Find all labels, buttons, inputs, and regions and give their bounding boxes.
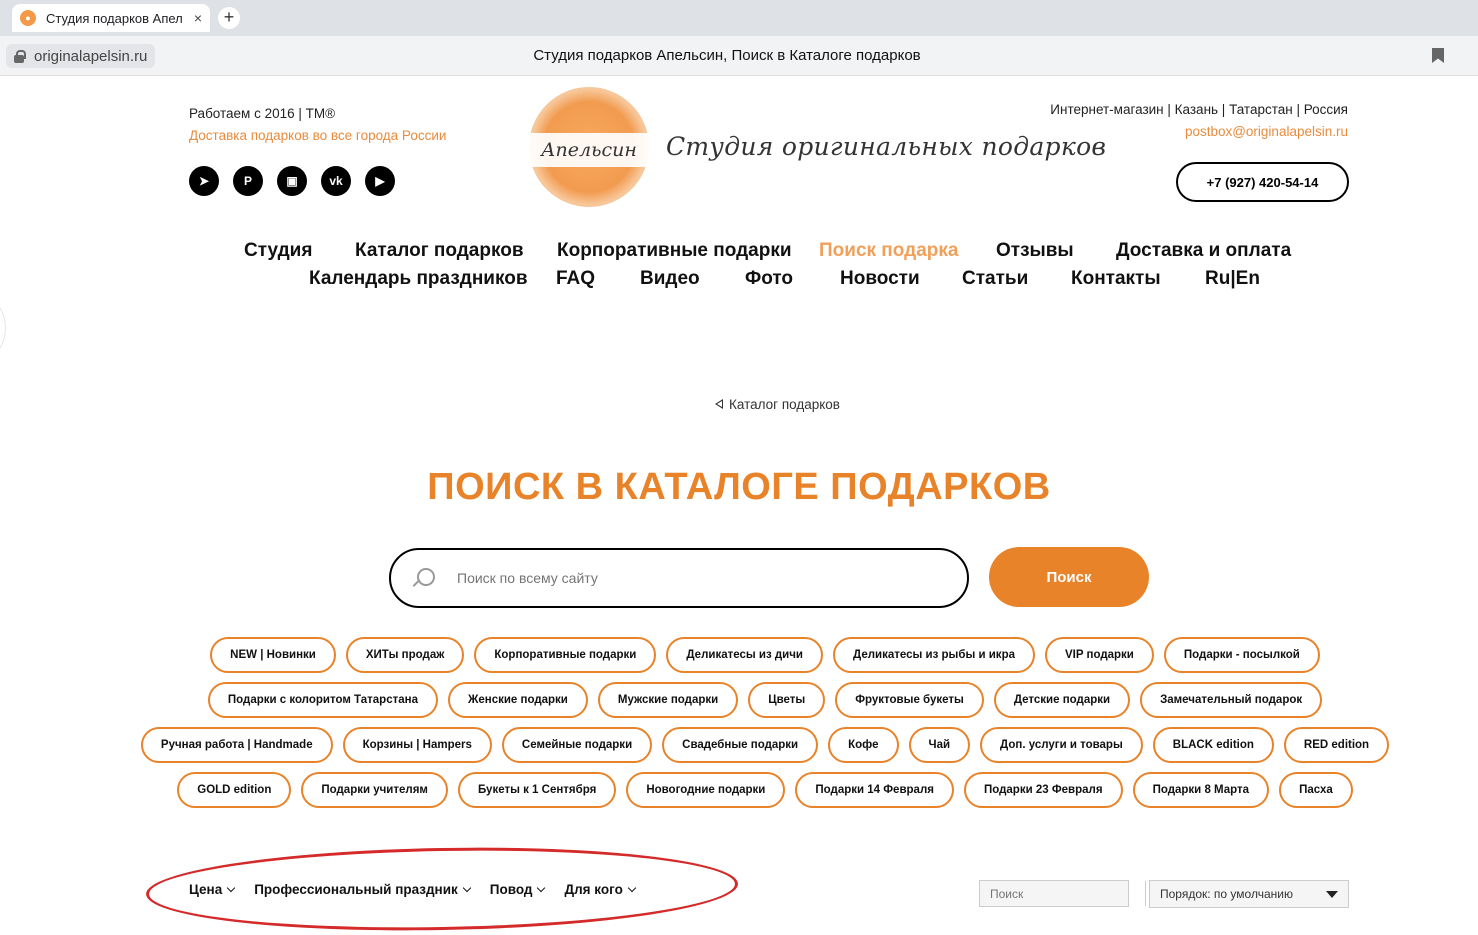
- sort-label: Порядок: по умолчанию: [1160, 887, 1293, 901]
- back-arrow-icon: [715, 399, 723, 409]
- category-tag[interactable]: Кофе: [828, 727, 899, 763]
- category-tag[interactable]: Букеты к 1 Сентября: [457, 772, 617, 808]
- category-tag[interactable]: Чай: [908, 727, 971, 763]
- category-tag[interactable]: Ручная работа | Handmade: [140, 727, 333, 763]
- category-tag[interactable]: Деликатесы из дичи: [666, 637, 823, 673]
- sort-select[interactable]: Порядок: по умолчанию: [1149, 880, 1349, 908]
- social-links: ➤ P ▣ vk ▶: [189, 166, 395, 196]
- tab-title: Студия подарков Апел: [46, 10, 183, 26]
- nav-faq[interactable]: FAQ: [556, 268, 595, 290]
- category-tag[interactable]: Деликатесы из рыбы и икра: [832, 637, 1035, 673]
- chevron-down-icon: [226, 883, 236, 892]
- nav-corporate[interactable]: Корпоративные подарки: [557, 240, 792, 262]
- category-tag[interactable]: Подарки с колоритом Татарстана: [207, 682, 438, 718]
- category-tag[interactable]: Женские подарки: [447, 682, 588, 718]
- tag-row: GOLD edition Подарки учителям Букеты к 1 С…: [177, 772, 1353, 808]
- category-tag[interactable]: Семейные подарки: [501, 727, 653, 763]
- category-tag[interactable]: Доп. услуги и товары: [980, 727, 1143, 763]
- filter-bar: Цена Профессиональный праздник Повод Для…: [189, 882, 637, 897]
- browser-tab[interactable]: ● Студия подарков Апел ×: [12, 4, 210, 32]
- nav-catalog[interactable]: Каталог подарков: [355, 240, 524, 262]
- nav-articles[interactable]: Статьи: [962, 268, 1028, 290]
- search-button[interactable]: Поиск: [989, 547, 1149, 607]
- nav-video[interactable]: Видео: [640, 268, 700, 290]
- nav-reviews[interactable]: Отзывы: [996, 240, 1074, 262]
- side-decoration: [0, 300, 6, 356]
- category-tag[interactable]: Пасха: [1279, 772, 1353, 808]
- email-link[interactable]: postbox@originalapelsin.ru: [1185, 124, 1348, 139]
- youtube-icon[interactable]: ▶: [365, 166, 395, 196]
- category-tag[interactable]: NEW | Новинки: [210, 637, 336, 673]
- chevron-down-icon: [462, 883, 472, 892]
- category-tag[interactable]: Подарки 23 Февраля: [963, 772, 1123, 808]
- tab-close-icon[interactable]: ×: [194, 10, 202, 26]
- filter-price[interactable]: Цена: [189, 882, 236, 897]
- nav-photo[interactable]: Фото: [745, 268, 793, 290]
- filter-professional-holiday[interactable]: Профессиональный праздник: [254, 882, 472, 897]
- site-search-input[interactable]: [457, 570, 937, 586]
- site-favicon-icon: ●: [20, 10, 36, 26]
- catalog-search-input[interactable]: [980, 881, 1145, 906]
- logo-tagline: Студия оригинальных подарков: [666, 132, 1107, 161]
- vk-icon[interactable]: vk: [321, 166, 351, 196]
- search-icon: [411, 566, 435, 590]
- page-title-bar: Студия подарков Апельсин, Поиск в Катало…: [533, 47, 921, 64]
- category-tag[interactable]: ХИТы продаж: [345, 637, 465, 673]
- nav-news[interactable]: Новости: [840, 268, 920, 290]
- delivery-link[interactable]: Доставка подарков во все города России: [189, 128, 446, 143]
- catalog-search: [979, 880, 1166, 907]
- category-tag[interactable]: Подарки - посылкой: [1163, 637, 1320, 673]
- category-tag[interactable]: Цветы: [748, 682, 826, 718]
- gift-icon[interactable]: ▣: [277, 166, 307, 196]
- category-tag[interactable]: Корзины | Hampers: [342, 727, 492, 763]
- category-tag[interactable]: Подарки 14 Февраля: [795, 772, 954, 808]
- tag-row: Ручная работа | Handmade Корзины | Hamper…: [140, 727, 1390, 763]
- category-tag[interactable]: Фруктовые букеты: [835, 682, 984, 718]
- breadcrumb[interactable]: Каталог подарков: [715, 397, 840, 412]
- chevron-down-icon: [627, 883, 637, 892]
- breadcrumb-label: Каталог подарков: [729, 397, 840, 412]
- category-tag[interactable]: Подарки учителям: [301, 772, 448, 808]
- search-icon[interactable]: [1145, 881, 1166, 906]
- working-since: Работаем с 2016 | TM®: [189, 106, 336, 121]
- category-tag[interactable]: Корпоративные подарки: [474, 637, 657, 673]
- filter-occasion[interactable]: Повод: [490, 882, 546, 897]
- category-tag[interactable]: Новогодние подарки: [626, 772, 786, 808]
- category-tag[interactable]: Мужские подарки: [597, 682, 739, 718]
- filter-recipient[interactable]: Для кого: [564, 882, 637, 897]
- nav-language[interactable]: Ru|En: [1205, 268, 1260, 290]
- region-info: Интернет-магазин | Казань | Татарстан | …: [1050, 102, 1348, 117]
- nav-gift-search[interactable]: Поиск подарка: [819, 240, 958, 262]
- pinterest-icon[interactable]: P: [233, 166, 263, 196]
- category-tag[interactable]: Подарки 8 Марта: [1132, 772, 1270, 808]
- page-heading: ПОИСК В КАТАЛОГЕ ПОДАРКОВ: [427, 466, 1051, 508]
- category-tag[interactable]: BLACK edition: [1152, 727, 1274, 763]
- category-tag[interactable]: RED edition: [1283, 727, 1390, 763]
- category-tag[interactable]: Свадебные подарки: [662, 727, 819, 763]
- category-tag[interactable]: Замечательный подарок: [1140, 682, 1323, 718]
- new-tab-button[interactable]: +: [218, 7, 240, 29]
- category-tag[interactable]: VIP подарки: [1044, 637, 1154, 673]
- logo-word: Апельсин: [529, 133, 649, 167]
- site-search-field[interactable]: [389, 548, 969, 608]
- phone-button[interactable]: +7 (927) 420-54-14: [1176, 162, 1349, 202]
- nav-contacts[interactable]: Контакты: [1071, 268, 1161, 290]
- category-tag[interactable]: GOLD edition: [177, 772, 292, 808]
- category-tags: NEW | Новинки ХИТы продаж Корпоративные по…: [140, 637, 1390, 817]
- tag-row: Подарки с колоритом Татарстана Женские по…: [190, 682, 1340, 718]
- dropdown-arrow-icon: [1326, 891, 1338, 898]
- category-tag[interactable]: Детские подарки: [993, 682, 1131, 718]
- nav-studio[interactable]: Студия: [244, 240, 312, 262]
- chevron-down-icon: [537, 883, 546, 892]
- tab-bar: ● Студия подарков Апел × +: [0, 0, 1478, 36]
- nav-calendar[interactable]: Календарь праздников: [309, 268, 528, 290]
- telegram-icon[interactable]: ➤: [189, 166, 219, 196]
- tag-row: NEW | Новинки ХИТы продаж Корпоративные по…: [190, 637, 1340, 673]
- nav-delivery[interactable]: Доставка и оплата: [1116, 240, 1291, 262]
